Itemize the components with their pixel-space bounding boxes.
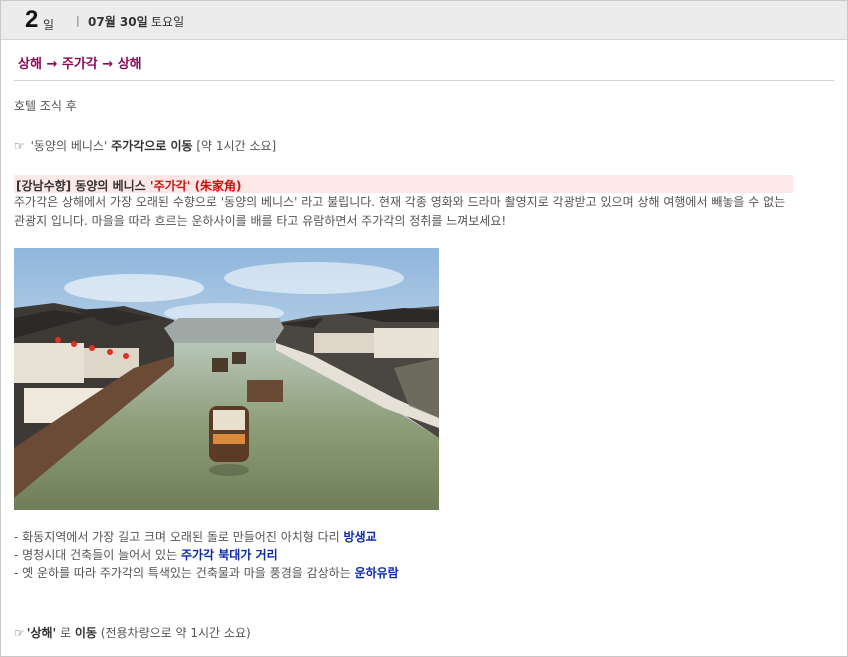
day-date: 07월 30일 xyxy=(88,15,148,29)
bullet-text: - 화동지역에서 가장 길고 크며 오래된 돌로 만들어진 아치형 다리 xyxy=(14,530,344,544)
bullet-item: - 명청시대 건축들이 늘어서 있는 주가각 북대가 거리 xyxy=(14,546,278,563)
description: 주가각은 상해에서 가장 오래된 수향으로 '동양의 베니스' 라고 불립니다.… xyxy=(14,195,786,228)
move1-destination: 주가각으로 이동 xyxy=(111,139,193,153)
day-unit: 일 xyxy=(43,18,55,32)
move2-move: 이동 xyxy=(74,626,97,640)
bullet-highlight: 주가각 북대가 거리 xyxy=(180,548,278,562)
bullet-highlight: 방생교 xyxy=(343,530,377,544)
bullet-text: - 옛 운하를 따라 주가각의 특색있는 건축물과 마을 풍경을 감상하는 xyxy=(14,566,355,580)
move2-mid: 로 xyxy=(56,626,75,640)
move-line-1: ☞ '동양의 베니스' 주가각으로 이동 [약 1시간 소요] xyxy=(14,137,276,154)
day-weekday: 토요일 xyxy=(151,15,185,29)
day-number: 2 xyxy=(25,6,39,33)
move2-duration: (전용차량으로 약 1시간 소요) xyxy=(96,626,251,640)
bullet-item: - 화동지역에서 가장 길고 크며 오래된 돌로 만들어진 아치형 다리 방생교 xyxy=(14,528,377,545)
canal-town-photo xyxy=(14,248,439,510)
move-line-2: ☞ '상해' 로 이동 (전용차량으로 약 1시간 소요) xyxy=(14,624,251,641)
header-separator: | xyxy=(76,14,80,27)
move1-duration: [약 1시간 소요] xyxy=(196,139,277,153)
pointing-hand-icon: ☞ xyxy=(14,626,25,640)
move2-destination: '상해' xyxy=(26,626,57,640)
highlight-name: '주가각' (朱家角) xyxy=(149,179,242,193)
bullet-text: - 명청시대 건축들이 늘어서 있는 xyxy=(14,548,181,562)
day-header: 2 일 | 07월 30일 토요일 xyxy=(1,1,847,40)
bullet-item: - 옛 운하를 따라 주가각의 특색있는 건축물과 마을 풍경을 감상하는 운하… xyxy=(14,564,399,581)
pointing-hand-icon: ☞ xyxy=(14,139,25,153)
hotel-note: 호텔 조식 후 xyxy=(14,99,77,113)
highlight-title: [강남수향] 동양의 베니스 '주가각' (朱家角) xyxy=(16,177,242,194)
bullet-highlight: 운하유람 xyxy=(354,566,399,580)
route-title: 상해 → 주가각 → 상해 xyxy=(18,57,142,72)
divider xyxy=(14,80,834,81)
highlight-tag: [강남수향] 동양의 베니스 xyxy=(16,179,146,193)
move1-prefix: '동양의 베니스' xyxy=(30,139,108,153)
